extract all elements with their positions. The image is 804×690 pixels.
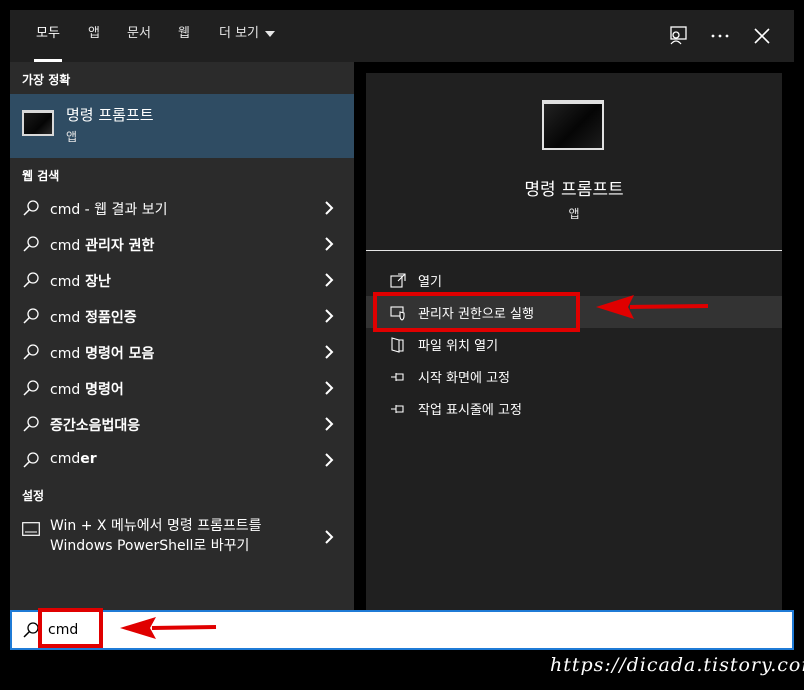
search-icon xyxy=(23,452,39,468)
best-match-item[interactable]: 명령 프롬프트 앱 xyxy=(10,94,354,158)
annotation-arrow-icon xyxy=(120,617,217,639)
action-pin-to-start[interactable]: 시작 화면에 고정 xyxy=(366,360,782,392)
action-pin-to-taskbar[interactable]: 작업 표시줄에 고정 xyxy=(366,392,782,424)
web-result-item[interactable]: cmd 정품인증 xyxy=(10,298,354,334)
highlight-box-search-query xyxy=(38,608,103,648)
chevron-right-icon xyxy=(325,273,334,287)
best-match-title: 명령 프롬프트 xyxy=(66,106,154,124)
pin-icon xyxy=(391,405,404,413)
search-icon xyxy=(23,272,39,288)
chevron-right-icon xyxy=(325,201,334,215)
best-match-subtitle: 앱 xyxy=(66,130,78,144)
chevron-right-icon xyxy=(325,453,334,467)
open-icon xyxy=(390,273,406,288)
web-result-label: cmd - 웹 결과 보기 xyxy=(50,202,168,218)
preview-subtitle: 앱 xyxy=(568,207,580,221)
settings-header: 설정 xyxy=(22,489,45,503)
search-icon xyxy=(23,344,39,360)
web-result-label: cmd 관리자 권한 xyxy=(50,238,155,254)
cmd-window-icon xyxy=(22,110,54,136)
close-icon[interactable] xyxy=(750,24,774,48)
web-result-label: cmd 장난 xyxy=(50,274,111,290)
divider xyxy=(366,250,782,251)
web-result-item[interactable]: cmd 관리자 권한 xyxy=(10,226,354,262)
tab-web[interactable]: 웹 xyxy=(172,10,196,62)
display-settings-icon xyxy=(22,522,40,536)
web-result-label: 증간소음법대응 xyxy=(50,418,141,434)
search-icon xyxy=(23,308,39,324)
file-location-icon xyxy=(391,337,404,353)
annotation-arrow-icon xyxy=(596,295,709,319)
web-result-label: cmd 정품인증 xyxy=(50,310,137,326)
chevron-right-icon xyxy=(325,530,334,544)
web-result-item[interactable]: cmd - 웹 결과 보기 xyxy=(10,190,354,226)
tab-documents[interactable]: 문서 xyxy=(120,10,158,62)
setting-label: Win + X 메뉴에서 명령 프롬프트를 Windows PowerShell… xyxy=(50,518,262,554)
preview-panel: 명령 프롬프트 앱 열기 관리자 권한으로 실행 파일 위치 열기 시작 화면에… xyxy=(366,73,782,610)
web-result-item[interactable]: 증간소음법대응 xyxy=(10,406,354,442)
search-icon xyxy=(23,200,39,216)
setting-item[interactable]: Win + X 메뉴에서 명령 프롬프트를 Windows PowerShell… xyxy=(10,512,354,562)
web-result-item[interactable]: cmd 장난 xyxy=(10,262,354,298)
pin-icon xyxy=(391,373,404,381)
more-options-icon[interactable] xyxy=(708,24,732,48)
web-search-header: 웹 검색 xyxy=(22,169,60,183)
caret-down-icon xyxy=(265,30,275,37)
best-match-header: 가장 정확 xyxy=(22,73,71,87)
highlight-box-run-as-admin xyxy=(373,292,580,332)
chevron-right-icon xyxy=(325,237,334,251)
tab-all[interactable]: 모두 xyxy=(28,10,68,62)
web-result-label: cmd 명령어 모음 xyxy=(50,346,155,362)
feedback-icon[interactable] xyxy=(666,24,690,48)
watermark-url: https://dicada.tistory.com xyxy=(550,654,804,676)
web-result-label: cmder xyxy=(50,451,97,467)
search-icon xyxy=(23,380,39,396)
action-open-file-location[interactable]: 파일 위치 열기 xyxy=(366,328,782,360)
chevron-right-icon xyxy=(325,345,334,359)
web-result-item[interactable]: cmd 명령어 모음 xyxy=(10,334,354,370)
results-panel: 가장 정확 명령 프롬프트 앱 웹 검색 cmd - 웹 결과 보기 cmd 관리… xyxy=(10,62,354,610)
preview-title: 명령 프롬프트 xyxy=(524,180,624,200)
cmd-window-icon xyxy=(542,100,604,150)
search-filter-bar: 모두 앱 문서 웹 더 보기 xyxy=(10,10,794,62)
chevron-right-icon xyxy=(325,309,334,323)
tab-more[interactable]: 더 보기 xyxy=(210,10,284,62)
tab-apps[interactable]: 앱 xyxy=(82,10,106,62)
search-icon xyxy=(23,236,39,252)
web-result-item[interactable]: cmd 명령어 xyxy=(10,370,354,406)
chevron-right-icon xyxy=(325,417,334,431)
chevron-right-icon xyxy=(325,381,334,395)
web-result-item[interactable]: cmder xyxy=(10,442,354,478)
search-icon xyxy=(23,416,39,432)
web-result-label: cmd 명령어 xyxy=(50,382,124,398)
